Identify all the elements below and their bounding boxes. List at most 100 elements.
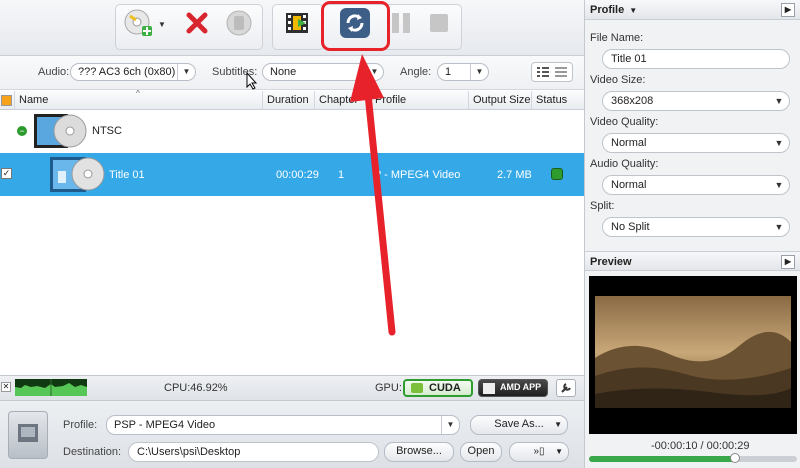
profile-side-panel: Profile ▼ ▶ File Name: Title 01 Video Si… [584, 0, 800, 468]
browse-button[interactable]: Browse... [384, 442, 454, 462]
remove-button[interactable] [180, 6, 214, 40]
stop-icon [430, 14, 448, 32]
preview-progress-track[interactable] [589, 456, 797, 462]
select-all-checkbox[interactable] [1, 95, 12, 106]
audio-track-value: ??? AC3 6ch (0x80) [78, 66, 176, 78]
film-effect-icon [286, 13, 308, 33]
gpu-label: GPU: [375, 382, 402, 394]
file-name-input[interactable]: Title 01 [602, 49, 790, 69]
profile-value: PSP - MPEG4 Video [114, 419, 216, 431]
amd-app-toggle-button[interactable]: AMD APP [478, 379, 548, 397]
chevron-down-icon: ▼ [774, 180, 784, 190]
destination-label: Destination: [63, 446, 122, 458]
audio-quality-label: Audio Quality: [590, 158, 659, 170]
file-name-label: File Name: [590, 32, 644, 44]
preview-time-readout: -00:00:10 / 00:00:29 [651, 440, 750, 452]
destination-path-value: C:\Users\psi\Desktop [137, 446, 241, 458]
profile-panel-title: Profile [590, 4, 625, 16]
destination-path-field[interactable]: C:\Users\psi\Desktop [128, 442, 379, 462]
save-as-label: Save As... [494, 418, 544, 430]
collapse-panel-icon[interactable]: ▶ [781, 3, 795, 17]
device-icon [18, 424, 38, 442]
chevron-down-icon: ▼ [441, 416, 459, 434]
view-mode-toggle[interactable] [531, 62, 573, 82]
row-duration: 00:00:29 [276, 169, 319, 181]
audio-quality-select[interactable]: Normal ▼ [602, 175, 790, 195]
preview-panel-header[interactable]: Preview ▶ [585, 251, 800, 271]
video-quality-value: Normal [611, 137, 647, 149]
stop-button[interactable] [422, 6, 456, 40]
add-effect-button[interactable] [280, 6, 314, 40]
amd-label: AMD APP [500, 382, 542, 392]
angle-value: 1 [445, 66, 452, 78]
open-folder-button[interactable]: Open [460, 442, 502, 462]
profile-label: Profile: [63, 419, 98, 431]
disc-group-row[interactable]: − NTSC [0, 110, 584, 152]
row-checkbox[interactable]: ✓ [1, 168, 12, 179]
video-title-thumbnail-icon [50, 157, 105, 192]
mouse-cursor-icon [246, 72, 258, 90]
chevron-down-icon: ▼ [774, 138, 784, 148]
file-table-header: Name ^ Duration Chapter Profile Output S… [0, 89, 584, 110]
save-as-button[interactable]: Save As... ▼ [470, 415, 568, 435]
cuda-toggle-button[interactable]: CUDA [403, 379, 473, 397]
device-profile-button[interactable] [8, 411, 48, 459]
wrench-icon [561, 383, 571, 393]
split-value: No Split [611, 221, 650, 233]
audio-track-select[interactable]: ??? AC3 6ch (0x80) ▼ [70, 63, 196, 81]
video-size-label: Video Size: [590, 74, 646, 86]
close-monitor-icon[interactable]: ✕ [1, 382, 11, 392]
annotation-arrow-icon [350, 54, 396, 336]
add-file-button[interactable] [122, 6, 156, 40]
dvd-disc-icon [34, 114, 87, 148]
file-name-value: Title 01 [611, 53, 647, 65]
column-header-duration[interactable]: Duration [262, 91, 314, 110]
preview-progress-fill [589, 456, 735, 462]
remove-icon [186, 12, 208, 34]
play-preview-icon[interactable]: ▶ [781, 255, 795, 269]
column-header-output-size[interactable]: Output Size [468, 91, 531, 110]
preview-video[interactable] [589, 276, 797, 434]
split-select[interactable]: No Split ▼ [602, 217, 790, 237]
sort-ascending-icon: ^ [136, 89, 140, 98]
video-quality-select[interactable]: Normal ▼ [602, 133, 790, 153]
audio-quality-value: Normal [611, 179, 647, 191]
add-file-icon [124, 9, 152, 36]
add-file-dropdown-arrow[interactable]: ▼ [158, 20, 166, 29]
collapse-group-icon[interactable]: − [17, 126, 27, 136]
pause-icon [392, 13, 410, 33]
subtitles-value: None [270, 66, 297, 78]
audio-label: Audio: [38, 66, 70, 78]
preview-frame-image [595, 296, 791, 408]
chevron-down-icon: ▼ [774, 222, 784, 232]
video-quality-label: Video Quality: [590, 116, 659, 128]
clear-icon [226, 10, 252, 36]
preview-seek-handle[interactable] [729, 453, 740, 463]
clear-button[interactable] [222, 6, 256, 40]
chevron-down-icon: ▼ [774, 96, 784, 106]
chevron-down-icon: ▼ [554, 420, 562, 429]
chevron-down-icon: ▼ [555, 447, 563, 456]
split-label: Split: [590, 200, 615, 212]
chevron-down-icon: ▼ [177, 64, 195, 80]
settings-button[interactable] [556, 379, 576, 397]
cpu-graph-chart [15, 379, 87, 396]
cuda-label: CUDA [429, 382, 461, 394]
row-output-size: 2.7 MB [497, 169, 532, 181]
nvidia-logo-icon [411, 383, 423, 393]
video-size-select[interactable]: 368x208 ▼ [602, 91, 790, 111]
profile-select[interactable]: PSP - MPEG4 Video ▼ [106, 415, 460, 435]
column-header-status[interactable]: Status [531, 91, 584, 110]
angle-select[interactable]: 1 ▼ [437, 63, 489, 81]
row-name: Title 01 [109, 169, 145, 181]
transfer-to-device-button[interactable]: »▯ ▼ [509, 442, 569, 462]
table-row[interactable]: ✓ Title 01 00:00:29 1 ? - MPEG4 Video 2.… [0, 153, 584, 196]
transfer-device-icon: »▯ [533, 446, 545, 457]
output-settings-panel: Profile: PSP - MPEG4 Video ▼ Save As... … [0, 400, 584, 468]
angle-label: Angle: [400, 66, 432, 78]
video-size-value: 368x208 [611, 95, 654, 107]
chevron-down-icon: ▼ [470, 64, 488, 80]
cpu-usage-text: CPU:46.92% [164, 382, 228, 394]
profile-panel-header[interactable]: Profile ▼ ▶ [585, 0, 800, 20]
amd-logo-icon [483, 383, 495, 394]
